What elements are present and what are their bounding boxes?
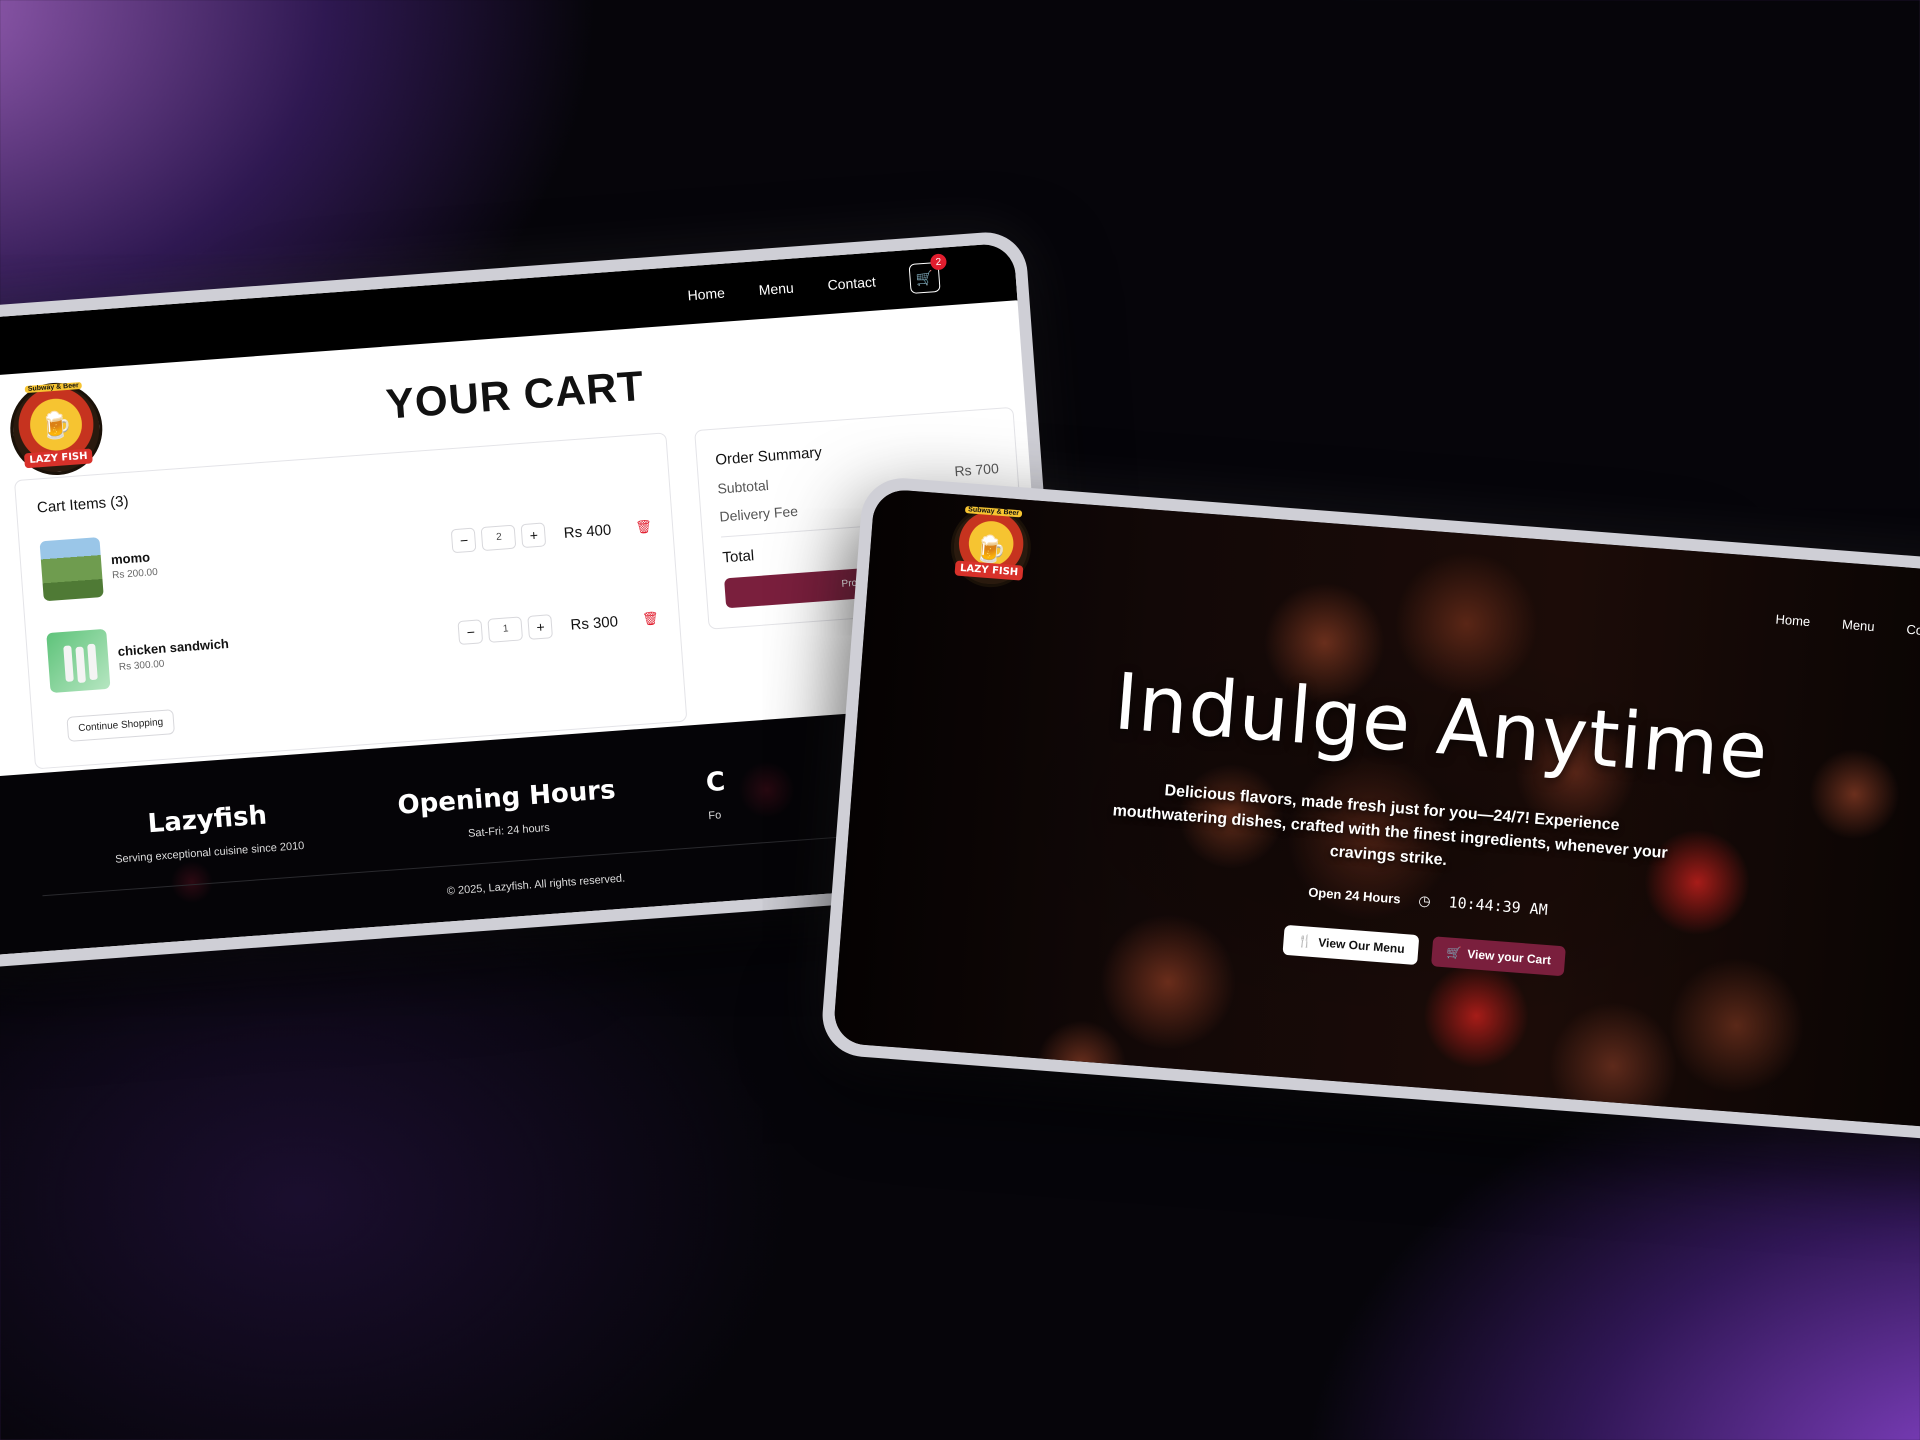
nav-menu[interactable]: Menu bbox=[758, 280, 794, 299]
nav-home[interactable]: Home bbox=[1775, 611, 1811, 629]
footer-contact-text: Fo bbox=[707, 809, 722, 823]
quantity-stepper: − 2 + bbox=[451, 522, 547, 554]
footer-brand: Lazyfish bbox=[146, 800, 269, 840]
hero-device-frame: Subway & Beer 🍺 LAZY FISH Home Menu Cont… bbox=[819, 475, 1920, 1145]
subtotal-label: Subtotal bbox=[716, 476, 770, 497]
clock-icon: ◷ bbox=[1417, 891, 1432, 909]
view-cart-label: View your Cart bbox=[1466, 946, 1552, 968]
cart-icon: 🛒 bbox=[915, 268, 934, 287]
trash-icon[interactable]: 🗑 bbox=[635, 519, 653, 536]
view-menu-label: View Our Menu bbox=[1317, 935, 1406, 957]
footer-hours-text: Sat-Fri: 24 hours bbox=[467, 821, 551, 840]
footer-brand-tagline: Serving exceptional cuisine since 2010 bbox=[114, 839, 305, 866]
item-line-total: Rs 400 bbox=[563, 521, 612, 542]
item-thumbnail bbox=[46, 628, 111, 694]
trash-icon[interactable]: 🗑 bbox=[642, 610, 660, 627]
cart-items-panel: Cart Items (3) momo Rs 200.00 − 2 + Rs 4… bbox=[13, 432, 688, 770]
footer-contact-title: C bbox=[704, 766, 727, 799]
quantity-stepper: − 1 + bbox=[457, 614, 554, 645]
subtotal-value: Rs 700 bbox=[953, 460, 1000, 480]
item-thumbnail bbox=[39, 537, 104, 602]
cart-icon: 🛒 bbox=[1445, 945, 1462, 961]
footer-brand-column: Lazyfish Serving exceptional cuisine sin… bbox=[97, 797, 320, 867]
qty-value[interactable]: 2 bbox=[481, 524, 517, 552]
logo-tagline: Subway & Beer bbox=[24, 381, 82, 394]
footer-hours-column: Opening Hours Sat-Fri: 24 hours bbox=[386, 774, 629, 845]
increase-qty-button[interactable]: + bbox=[521, 522, 547, 549]
logo-name: LAZY FISH bbox=[954, 560, 1024, 581]
total-label: Total bbox=[721, 547, 755, 567]
increase-qty-button[interactable]: + bbox=[527, 614, 554, 640]
item-line-total: Rs 300 bbox=[569, 612, 619, 634]
qty-value[interactable]: 1 bbox=[487, 616, 524, 643]
delivery-fee-label: Delivery Fee bbox=[718, 502, 799, 525]
footer-hours-title: Opening Hours bbox=[396, 774, 617, 821]
nav-cart-button[interactable]: 🛒 2 bbox=[908, 253, 948, 294]
decrease-qty-button[interactable]: − bbox=[451, 527, 477, 554]
nav-contact[interactable]: Contact bbox=[1906, 621, 1920, 639]
home-page: Subway & Beer 🍺 LAZY FISH Home Menu Cont… bbox=[832, 488, 1920, 1132]
nav-contact[interactable]: Contact bbox=[827, 274, 876, 293]
cart-count-badge: 2 bbox=[929, 253, 948, 271]
cutlery-icon: 🍴 bbox=[1296, 933, 1313, 949]
nav-menu[interactable]: Menu bbox=[1842, 616, 1876, 633]
decrease-qty-button[interactable]: − bbox=[457, 619, 484, 645]
nav-home[interactable]: Home bbox=[687, 285, 725, 304]
continue-shopping-button[interactable]: Continue Shopping bbox=[66, 709, 176, 742]
footer-contact-column: C Fo bbox=[705, 762, 789, 822]
